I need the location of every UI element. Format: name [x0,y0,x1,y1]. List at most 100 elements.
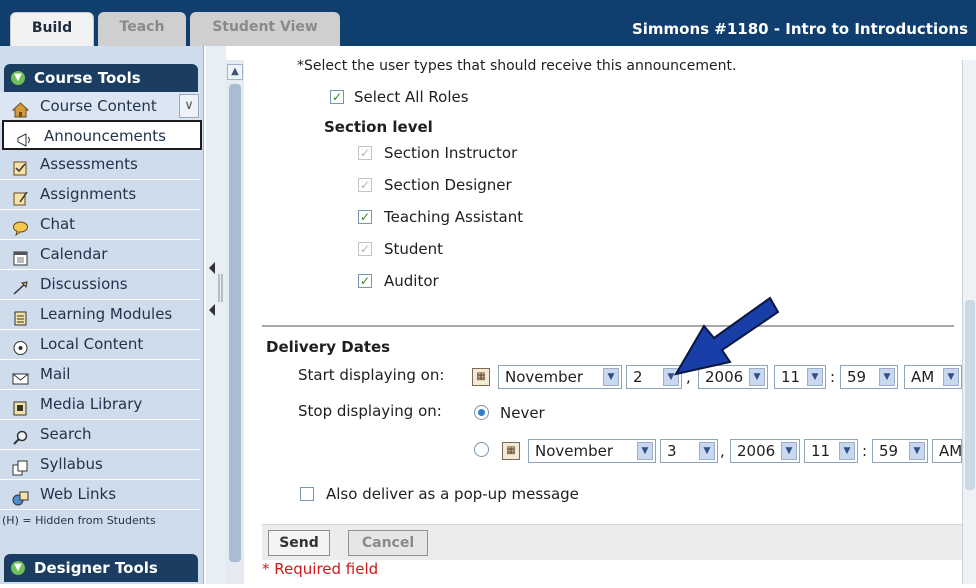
required-field-note: * Required field [262,560,379,578]
chevron-down-icon: ▼ [781,442,797,460]
chevron-down-icon: ▼ [637,442,653,460]
course-tools-header[interactable]: ▼ Course Tools [4,64,198,92]
start-minute-select[interactable]: 59 ▼ [840,365,898,389]
stop-date-radio[interactable] [474,442,489,457]
calendar-picker-icon[interactable]: ▦ [472,368,490,386]
never-label: Never [500,404,545,422]
popup-message-checkbox[interactable]: ✓ [300,487,314,501]
house-icon [11,99,30,118]
send-button[interactable]: Send [268,530,330,556]
sidebar-item-label: Course Content [40,97,157,115]
course-title: Simmons #1180 - Intro to Introductions [631,20,968,38]
collapse-circle-icon[interactable]: ▼ [11,71,25,85]
start-ampm-select[interactable]: AM ▼ [904,365,962,389]
sidebar-item-learning-modules[interactable]: Learning Modules [0,300,200,330]
section-designer-label: Section Designer [384,176,512,194]
sidebar-item-label: Learning Modules [40,305,173,323]
splitter-arrows-icon[interactable] [206,46,226,584]
sidebar-item-mail[interactable]: Mail [0,360,200,390]
sidebar-item-label: Discussions [40,275,128,293]
collapse-circle-icon[interactable]: ▼ [11,561,25,575]
chevron-down-icon: ▼ [879,368,895,386]
auditor-checkbox[interactable]: ✓ [358,274,372,288]
select-all-roles-checkbox[interactable]: ✓ [330,90,344,104]
course-tools-sidebar: ▼ Course Tools Course Content ∨ Announce… [0,46,204,584]
student-label: Student [384,240,444,258]
user-types-prompt: *Select the user types that should recei… [297,58,737,74]
never-radio[interactable] [474,405,489,420]
sidebar-item-label: Media Library [40,395,143,413]
chevron-double-down-icon[interactable]: ∨ [179,94,199,118]
button-bar: Send Cancel [262,524,962,560]
delivery-dates-heading: Delivery Dates [266,338,391,356]
stop-month-select[interactable]: November ▼ [528,439,656,463]
sidebar-item-discussions[interactable]: Discussions [0,270,200,300]
mail-icon [12,367,29,385]
megaphone-icon [16,129,33,147]
stop-minute-select[interactable]: 59 ▼ [872,439,928,463]
section-designer-checkbox: ✓ [358,178,372,192]
local-content-icon [12,337,29,355]
teaching-assistant-checkbox[interactable]: ✓ [358,210,372,224]
sidebar-item-assessments[interactable]: Assessments [0,150,200,180]
stop-year-select[interactable]: 2006 ▼ [730,439,800,463]
hidden-from-students-note: (H) = Hidden from Students [2,514,156,527]
sidebar-item-local-content[interactable]: Local Content [0,330,200,360]
section-level-heading: Section level [324,118,433,136]
cancel-button[interactable]: Cancel [348,530,428,556]
stop-day-select[interactable]: 3 ▼ [660,439,718,463]
sidebar-item-web-links[interactable]: Web Links [0,480,200,510]
scrollbar-thumb[interactable] [965,300,975,490]
sidebar-item-announcements[interactable]: Announcements [2,120,202,150]
colon-separator: : [862,442,868,460]
tab-build[interactable]: Build [10,12,94,46]
auditor-label: Auditor [384,272,439,290]
sidebar-item-syllabus[interactable]: Syllabus [0,450,200,480]
tab-teach[interactable]: Teach [98,12,186,46]
sidebar-item-course-content[interactable]: Course Content ∨ [0,92,200,122]
panel-splitter[interactable] [206,46,226,584]
sidebar-scrollbar[interactable]: ▲ [226,60,244,584]
sidebar-item-calendar[interactable]: Calendar [0,240,200,270]
stop-ampm-select[interactable]: AM [932,439,962,463]
course-tools-title: Course Tools [34,69,141,87]
select-all-roles-label: Select All Roles [354,88,469,106]
start-displaying-label: Start displaying on: [298,366,445,384]
sidebar-item-media-library[interactable]: Media Library [0,390,200,420]
syllabus-icon [12,457,29,476]
sidebar-item-search[interactable]: Search [0,420,200,450]
section-instructor-label: Section Instructor [384,144,518,162]
calendar-icon [12,247,29,266]
popup-message-label: Also deliver as a pop-up message [326,485,579,503]
chevron-down-icon: ▼ [909,442,925,460]
sidebar-item-label: Syllabus [40,455,103,473]
discussion-icon [12,277,29,295]
sidebar-item-label: Announcements [44,127,166,145]
start-hour-select[interactable]: 11 ▼ [774,365,826,389]
designer-tools-header[interactable]: ▼ Designer Tools [4,554,198,582]
sidebar-item-chat[interactable]: Chat [0,210,200,240]
start-month-select[interactable]: November ▼ [498,365,622,389]
module-icon [12,307,29,326]
sidebar-item-assignments[interactable]: Assignments [0,180,200,210]
scroll-up-icon[interactable]: ▲ [227,64,243,80]
section-divider [262,325,954,327]
stop-displaying-label: Stop displaying on: [298,402,442,420]
designer-tools-title: Designer Tools [34,559,158,577]
student-checkbox: ✓ [358,242,372,256]
stop-hour-select[interactable]: 11 ▼ [804,439,858,463]
calendar-picker-icon[interactable]: ▦ [502,442,520,460]
chevron-down-icon: ▼ [603,368,619,386]
colon-separator: : [830,368,836,386]
teaching-assistant-label: Teaching Assistant [384,208,524,226]
scrollbar-thumb[interactable] [229,84,241,562]
sidebar-item-label: Assessments [40,155,138,173]
tab-student-view[interactable]: Student View [190,12,340,46]
section-instructor-checkbox: ✓ [358,146,372,160]
top-bar: Build Teach Student View Simmons #1180 -… [0,0,976,46]
main-scrollbar[interactable] [962,60,976,584]
assignment-icon [12,187,29,206]
web-links-icon [12,487,29,506]
sidebar-item-label: Search [40,425,92,443]
chevron-down-icon: ▼ [839,442,855,460]
